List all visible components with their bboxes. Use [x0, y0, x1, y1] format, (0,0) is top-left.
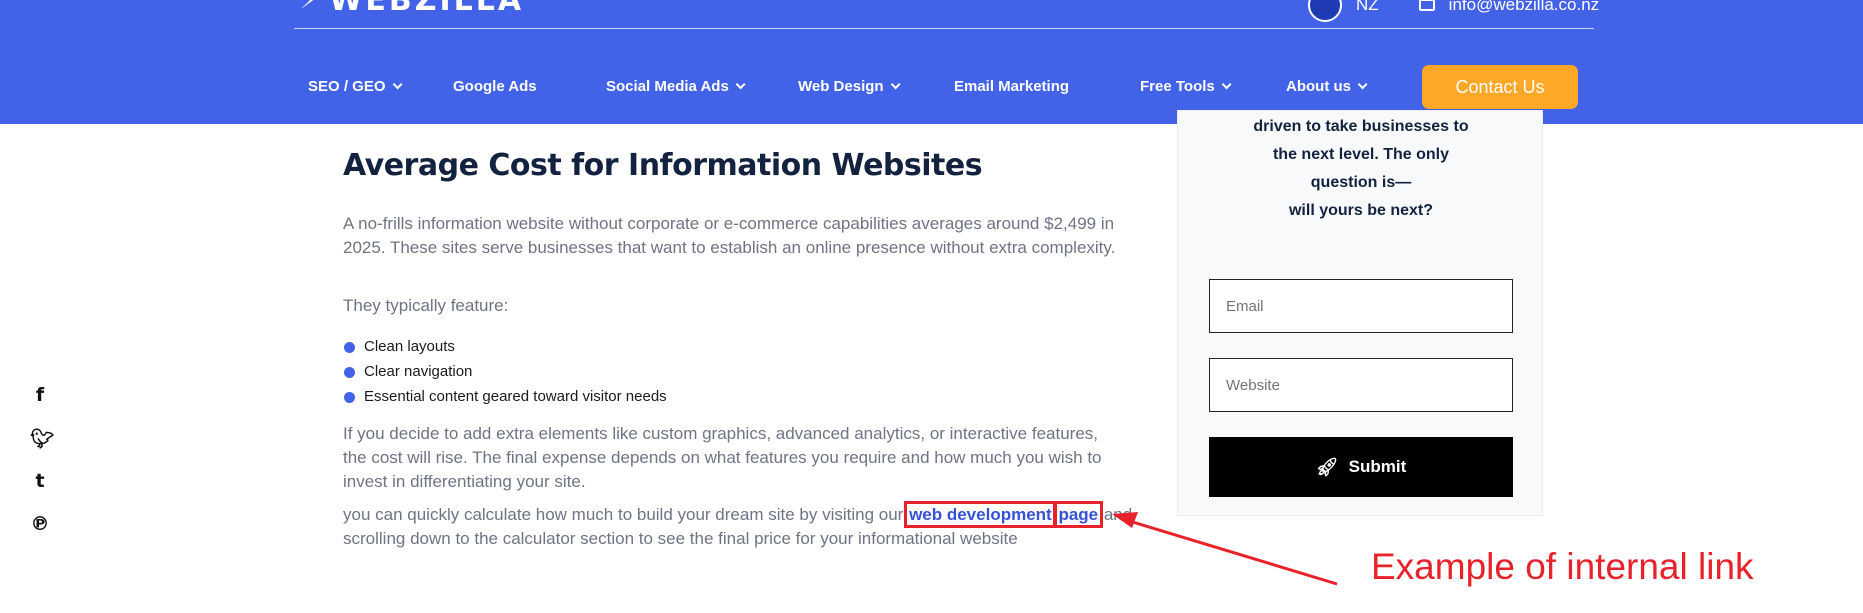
site-logo[interactable]: ⚡ WEBZILLA: [300, 0, 524, 18]
nav-item-email-marketing[interactable]: Email Marketing: [954, 78, 1069, 95]
email-field[interactable]: [1209, 279, 1513, 333]
section-title: Average Cost for Information Websites: [343, 148, 983, 183]
list-item: Clean layouts: [343, 334, 667, 359]
chevron-down-icon: [1221, 79, 1232, 90]
nav-item-label: Web Design: [798, 78, 884, 95]
header-utility: NZ info@webzilla.co.nz: [1308, 0, 1599, 22]
mail-icon: [1418, 0, 1435, 11]
chevron-down-icon: [1357, 79, 1368, 90]
pinterest-icon[interactable]: ℗: [30, 513, 50, 535]
site-header: ⚡ WEBZILLA NZ info@webzilla.co.nz SEO / …: [0, 0, 1863, 124]
nav-item-label: Free Tools: [1140, 78, 1215, 95]
feature-list: Clean layouts Clear navigation Essential…: [343, 334, 667, 409]
submit-button[interactable]: 🚀︎ Submit: [1209, 437, 1513, 497]
tumblr-icon[interactable]: t: [30, 470, 50, 492]
tagline-line: driven to take businesses to: [1253, 118, 1469, 135]
flag-icon[interactable]: [1308, 0, 1342, 22]
web-development-link[interactable]: web development: [904, 501, 1057, 528]
contact-us-button[interactable]: Contact Us: [1422, 65, 1578, 109]
paragraph-intro: A no-frills information website without …: [343, 214, 1116, 257]
header-email[interactable]: info@webzilla.co.nz: [1449, 0, 1600, 15]
list-item: Essential content geared toward visitor …: [343, 384, 667, 409]
submit-label: Submit: [1348, 457, 1407, 476]
nav-item-social-media-ads[interactable]: Social Media Ads: [606, 78, 746, 95]
paragraph-extra-elements: If you decide to add extra elements like…: [343, 424, 1102, 491]
logo-text: WEBZILLA: [329, 0, 525, 18]
nav-item-about-us[interactable]: About us: [1286, 78, 1368, 95]
facebook-icon[interactable]: f: [30, 384, 50, 406]
nav-item-label: Email Marketing: [954, 78, 1070, 95]
article-content: Average Cost for Information Websites A …: [343, 146, 1132, 548]
paragraph-calculator: you can quickly calculate how much to bu…: [343, 501, 1143, 551]
nav-item-label: Google Ads: [453, 78, 537, 95]
language-label[interactable]: NZ: [1356, 0, 1379, 15]
rocket-icon: 🚀︎: [1315, 456, 1339, 478]
chevron-down-icon: [890, 79, 901, 90]
nav-item-label: SEO / GEO: [308, 78, 386, 95]
header-divider: [294, 28, 1594, 29]
paragraph-text: you can quickly calculate how much to bu…: [343, 505, 909, 524]
arrow-line: [1125, 518, 1338, 586]
nav-item-google-ads[interactable]: Google Ads: [453, 78, 537, 95]
nav-item-label: Social Media Ads: [606, 78, 729, 95]
website-field[interactable]: [1209, 358, 1513, 412]
tagline-line: the next level. The only: [1272, 146, 1450, 163]
social-share-bar: f 🐦︎ t ℗: [30, 384, 54, 556]
web-development-link-page[interactable]: page: [1053, 501, 1104, 528]
logo-mark-icon: ⚡: [300, 0, 322, 15]
twitter-icon[interactable]: 🐦︎: [30, 427, 54, 450]
list-item: Clear navigation: [343, 359, 667, 384]
tagline-line: will yours be next?: [1288, 202, 1434, 219]
sidebar-form-card: driven to take businesses to the next le…: [1177, 110, 1543, 516]
chevron-down-icon: [392, 79, 403, 90]
chevron-down-icon: [735, 79, 746, 90]
tagline-line: question is—: [1310, 174, 1412, 191]
card-tagline: driven to take businesses to the next le…: [1178, 113, 1544, 225]
annotation-label: Example of internal link: [1371, 546, 1754, 587]
paragraph-features-lead: They typically feature:: [343, 296, 509, 315]
nav-item-label: About us: [1286, 78, 1351, 95]
nav-item-web-design[interactable]: Web Design: [798, 78, 901, 95]
nav-item-seo-geo[interactable]: SEO / GEO: [308, 78, 403, 95]
nav-item-free-tools[interactable]: Free Tools: [1140, 78, 1232, 95]
